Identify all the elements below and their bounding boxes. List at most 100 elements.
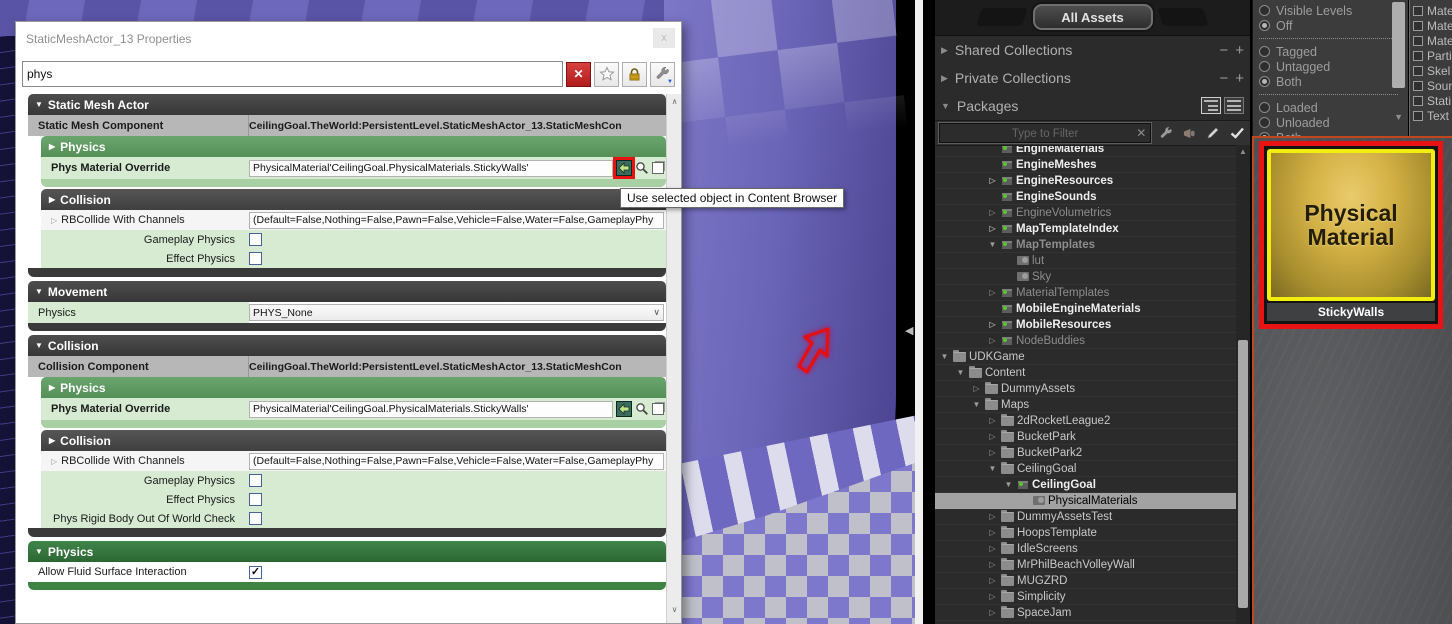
radio-loaded[interactable]: Loaded [1259, 100, 1408, 115]
chevron-expanded-icon[interactable]: ▼ [955, 368, 966, 377]
subcategory-collision[interactable]: ▶ Collision [41, 189, 666, 210]
subcategory-collision-2[interactable]: ▶ Collision [41, 430, 666, 451]
tree-item-ceilinggoal[interactable]: ▼CeilingGoal [935, 477, 1250, 493]
chevron-collapsed-icon[interactable]: ▷ [987, 592, 998, 601]
chevron-collapsed-icon[interactable]: ▷ [51, 457, 57, 466]
radio-visible-levels[interactable]: Visible Levels [1259, 3, 1408, 18]
radio-off[interactable]: Off [1259, 18, 1408, 33]
chevron-collapsed-icon[interactable]: ▷ [987, 176, 998, 185]
tree-view-toggle[interactable] [1201, 97, 1221, 114]
tree-item-bucketpark2[interactable]: ▷BucketPark2 [935, 445, 1250, 461]
rbcollide-value-field[interactable]: (Default=False,Nothing=False,Pawn=False,… [249, 212, 664, 229]
filter-panel-scrollbar[interactable]: ▼ [1392, 2, 1405, 132]
category-collision[interactable]: ▼ Collision [28, 335, 666, 356]
use-selected-object-button[interactable] [616, 401, 632, 417]
physical-material-thumbnail[interactable]: Physical Material [1267, 149, 1435, 301]
scrollbar-thumb[interactable] [1238, 340, 1248, 608]
tree-item-maps[interactable]: ▼Maps [935, 397, 1250, 413]
scroll-up-icon[interactable]: ∧ [667, 94, 682, 109]
physics-dropdown[interactable]: PHYS_None ∨ [249, 304, 664, 321]
tree-item-mrphilbeachvolleywall[interactable]: ▷MrPhilBeachVolleyWall [935, 557, 1250, 573]
scroll-down-icon[interactable]: ∨ [667, 602, 682, 617]
tree-item-mobileenginematerials[interactable]: MobileEngineMaterials [935, 301, 1250, 317]
tree-item-enginesounds[interactable]: EngineSounds [935, 189, 1250, 205]
chevron-collapsed-icon[interactable]: ▷ [987, 448, 998, 457]
chevron-collapsed-icon[interactable]: ▷ [971, 384, 982, 393]
chevron-collapsed-icon[interactable]: ▷ [987, 432, 998, 441]
type-checkbox-mate[interactable]: Mate [1413, 18, 1452, 33]
tree-item-sky[interactable]: Sky [935, 269, 1250, 285]
filter-options-button[interactable] [1157, 124, 1175, 142]
remove-collection-button[interactable]: − [1219, 70, 1228, 87]
tree-item-dummyassets[interactable]: ▷DummyAssets [935, 381, 1250, 397]
clear-reference-button[interactable] [652, 162, 664, 174]
tree-item-nodebuddies[interactable]: ▷NodeBuddies [935, 333, 1250, 349]
lock-button[interactable] [622, 62, 647, 87]
section-shared-collections[interactable]: ▶ Shared Collections −+ [935, 36, 1250, 64]
chevron-collapsed-icon[interactable]: ▷ [987, 288, 998, 297]
allow-fluid-checkbox[interactable]: ✓ [249, 566, 262, 579]
scrollbar-thumb[interactable] [1392, 2, 1405, 88]
subcategory-physics[interactable]: ▶ Physics [41, 136, 666, 157]
add-collection-button[interactable]: + [1235, 70, 1244, 87]
phys-material-override-field[interactable]: PhysicalMaterial'CeilingGoal.PhysicalMat… [249, 401, 613, 418]
tree-item-spacejam[interactable]: ▷SpaceJam [935, 605, 1250, 621]
type-checkbox-text[interactable]: Text [1413, 108, 1452, 123]
chevron-collapsed-icon[interactable]: ▷ [987, 560, 998, 569]
close-window-button[interactable]: x [653, 28, 675, 48]
row-rbcollide-channels[interactable]: ▷RBCollide With Channels (Default=False,… [41, 210, 666, 230]
chevron-collapsed-icon[interactable]: ▷ [987, 608, 998, 617]
type-checkbox-mate[interactable]: Mate [1413, 3, 1452, 18]
row-gameplay-physics[interactable]: Gameplay Physics [41, 230, 666, 249]
chevron-collapsed-icon[interactable]: ▷ [987, 208, 998, 217]
favorites-button[interactable] [594, 62, 619, 87]
chevron-collapsed-icon[interactable]: ▷ [987, 416, 998, 425]
properties-titlebar[interactable]: StaticMeshActor_13 Properties x [16, 22, 681, 56]
tree-item-mugzrd[interactable]: ▷MUGZRD [935, 573, 1250, 589]
properties-scrollbar[interactable]: ∧ ∨ [666, 94, 681, 623]
tree-item-enginevolumetrics[interactable]: ▷EngineVolumetrics [935, 205, 1250, 221]
radio-unloaded[interactable]: Unloaded [1259, 115, 1408, 130]
tree-item-2drocketleague2[interactable]: ▷2dRocketLeague2 [935, 413, 1250, 429]
row-rbcollide-channels-2[interactable]: ▷RBCollide With Channels (Default=False,… [41, 451, 666, 471]
chevron-collapsed-icon[interactable]: ▷ [51, 216, 57, 225]
collapse-panel-icon[interactable]: ◀ [905, 324, 913, 337]
chevron-collapsed-icon[interactable]: ▷ [987, 544, 998, 553]
panel-splitter[interactable] [915, 0, 923, 624]
phys-rigid-body-checkbox[interactable] [249, 512, 262, 525]
tree-item-ceilinggoal[interactable]: ▼CeilingGoal [935, 461, 1250, 477]
type-checkbox-skel[interactable]: Skel [1413, 63, 1452, 78]
package-filter-input[interactable] [940, 125, 1150, 143]
row-phys-material-override[interactable]: Phys Material Override PhysicalMaterial'… [41, 157, 666, 179]
effect-physics-checkbox[interactable] [249, 493, 262, 506]
all-assets-button[interactable]: All Assets [1033, 4, 1153, 30]
chevron-collapsed-icon[interactable]: ▷ [987, 224, 998, 233]
flat-view-toggle[interactable] [1224, 97, 1244, 114]
tree-item-lut[interactable]: lut [935, 253, 1250, 269]
clear-reference-button[interactable] [652, 403, 664, 415]
category-physics[interactable]: ▼ Physics [28, 541, 666, 562]
effect-physics-checkbox[interactable] [249, 252, 262, 265]
chevron-expanded-icon[interactable]: ▼ [987, 464, 998, 473]
type-checkbox-mate[interactable]: Mate [1413, 33, 1452, 48]
tree-item-physicalmaterials[interactable]: PhysicalMaterials [935, 493, 1250, 509]
row-collision-component[interactable]: Collision Component CeilingGoal.TheWorld… [28, 356, 666, 377]
tree-item-dummyassetstest[interactable]: ▷DummyAssetsTest [935, 509, 1250, 525]
tree-item-maptemplateindex[interactable]: ▷MapTemplateIndex [935, 221, 1250, 237]
tree-item-udkgame[interactable]: ▼UDKGame [935, 349, 1250, 365]
find-in-browser-button[interactable] [634, 401, 650, 417]
chevron-collapsed-icon[interactable]: ▷ [987, 336, 998, 345]
find-in-browser-button[interactable] [634, 160, 650, 176]
clear-filter-icon[interactable]: ✕ [1136, 126, 1146, 140]
tree-item-mobileresources[interactable]: ▷MobileResources [935, 317, 1250, 333]
tree-item-bucketpark[interactable]: ▷BucketPark [935, 429, 1250, 445]
chevron-expanded-icon[interactable]: ▼ [941, 101, 950, 111]
apply-filter-button[interactable] [1228, 124, 1246, 142]
row-phys-rigid-body[interactable]: Phys Rigid Body Out Of World Check [41, 509, 666, 528]
type-checkbox-stati[interactable]: Stati [1413, 93, 1452, 108]
tree-item-engineresources[interactable]: ▷EngineResources [935, 173, 1250, 189]
row-movement-physics[interactable]: Physics PHYS_None ∨ [28, 302, 666, 323]
chevron-collapsed-icon[interactable]: ▷ [987, 576, 998, 585]
tree-item-content[interactable]: ▼Content [935, 365, 1250, 381]
tree-item-enginemeshes[interactable]: EngineMeshes [935, 157, 1250, 173]
